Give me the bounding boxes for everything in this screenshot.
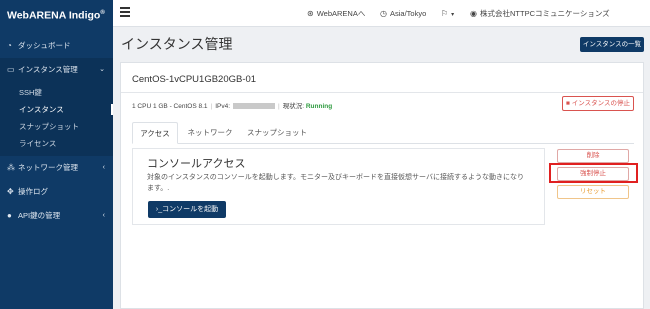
delete-button[interactable]: 削除 [557, 149, 629, 163]
network-icon: ⁂ [7, 163, 15, 172]
sidebar-item-operation-log[interactable]: ✥ 操作ログ [0, 180, 113, 204]
instance-name: CentOS-1vCPU1GB20GB-01 [132, 74, 257, 85]
dashboard-icon: ◔ [7, 41, 12, 50]
brand-name: WebARENA Indigo [7, 9, 101, 22]
user-icon: ◉ [470, 9, 477, 18]
timezone-label: Asia/Tokyo [389, 9, 427, 18]
brand-mark: ® [100, 10, 105, 16]
monitor-icon: ▭ [7, 65, 15, 74]
console-access-description: 対象のインスタンスのコンソールを起動します。モニター及びキーボードを直接仮想サー… [147, 174, 524, 192]
ipv4-label: IPv4: [215, 103, 231, 110]
status-label: 現状況: [282, 103, 305, 110]
tab-bar: アクセス ネットワーク スナップショット [132, 122, 634, 144]
tab-network[interactable]: ネットワーク [180, 122, 240, 144]
sidebar-item-instance-management[interactable]: ▭ インスタンス管理 ⌄ [0, 58, 113, 82]
language-icon: ⚐ [441, 9, 449, 18]
account-menu[interactable]: ◉ 株式会社NTTPCコミュニケーションズ [470, 0, 610, 27]
status-badge: Running [305, 103, 333, 110]
tab-snapshot[interactable]: スナップショット [242, 122, 312, 144]
stop-instance-label: インスタンスの停止 [571, 100, 630, 107]
brand-logo[interactable]: WebARENA Indigo® [0, 0, 113, 27]
instance-info-row: 1 CPU 1 GB - CentOS 8.1 | IPv4: | 現状況: Runni… [132, 103, 333, 110]
instance-card: CentOS-1vCPU1GB20GB-01 1 CPU 1 GB - Cent… [120, 62, 644, 309]
launch-console-button[interactable]: ›_コンソールを起動 [148, 201, 226, 218]
clock-icon: ◷ [380, 9, 387, 18]
language-selector[interactable]: ⚐ ▾ [441, 0, 454, 27]
tab-access[interactable]: アクセス [132, 122, 178, 144]
sidebar-item-label: インスタンス管理 [18, 65, 78, 74]
timezone-selector[interactable]: ◷ Asia/Tokyo [380, 0, 426, 27]
sidebar-item-ssh-keys[interactable]: SSH鍵 [0, 84, 113, 101]
menu-toggle-icon[interactable] [120, 7, 130, 19]
stop-icon: ■ [566, 100, 570, 107]
sidebar-item-label: ネットワーク管理 [18, 163, 78, 172]
ipv4-value-masked [233, 103, 276, 110]
console-access-title: コンソールアクセス [147, 158, 246, 170]
sidebar-item-snapshots[interactable]: スナップショット [0, 118, 113, 135]
instance-list-button[interactable]: インスタンスの一覧 [580, 37, 644, 52]
page-title: インスタンス管理 [121, 36, 233, 52]
instance-submenu: SSH鍵 インスタンス スナップショット ライセンス [0, 82, 113, 156]
sidebar-item-instances[interactable]: インスタンス [0, 101, 113, 118]
reset-button[interactable]: リセット [557, 185, 629, 199]
globe-icon: ⊛ [307, 9, 314, 18]
sidebar-item-dashboard[interactable]: ◔ ダッシュボード [0, 34, 113, 58]
sidebar-item-label: API鍵の管理 [18, 211, 61, 220]
chevron-down-icon: ▾ [451, 12, 455, 18]
key-icon: ● [7, 211, 12, 220]
instance-card-header: CentOS-1vCPU1GB20GB-01 [121, 63, 643, 93]
sidebar-item-label: ダッシュボード [18, 41, 71, 50]
sidebar-item-licenses[interactable]: ライセンス [0, 135, 113, 152]
stop-instance-button[interactable]: ■ インスタンスの停止 [562, 96, 634, 111]
sidebar: ◔ ダッシュボード ▭ インスタンス管理 ⌄ SSH鍵 インスタンス スナップショッ… [0, 27, 113, 309]
force-stop-button[interactable]: 強制停止 [557, 167, 629, 181]
chevron-left-icon: ‹ [102, 212, 105, 219]
account-name: 株式会社NTTPCコミュニケーションズ [479, 9, 610, 18]
log-icon: ✥ [7, 187, 14, 196]
chevron-down-icon: ⌄ [99, 66, 105, 73]
webarena-link-label: WebARENAへ [316, 9, 366, 18]
console-access-panel: コンソールアクセス 対象のインスタンスのコンソールを起動します。モニター及びキー… [132, 148, 545, 225]
sidebar-item-label: 操作ログ [18, 187, 48, 196]
top-bar: WebARENA Indigo® ⊛ WebARENAへ ◷ Asia/Tokyo … [0, 0, 650, 27]
sidebar-item-api-keys[interactable]: ● API鍵の管理 ‹ [0, 204, 113, 228]
webarena-link[interactable]: ⊛ WebARENAへ [307, 0, 365, 27]
sidebar-item-network-management[interactable]: ⁂ ネットワーク管理 ‹ [0, 156, 113, 180]
instance-spec: 1 CPU 1 GB - CentOS 8.1 [132, 103, 208, 110]
chevron-left-icon: ‹ [102, 164, 105, 171]
